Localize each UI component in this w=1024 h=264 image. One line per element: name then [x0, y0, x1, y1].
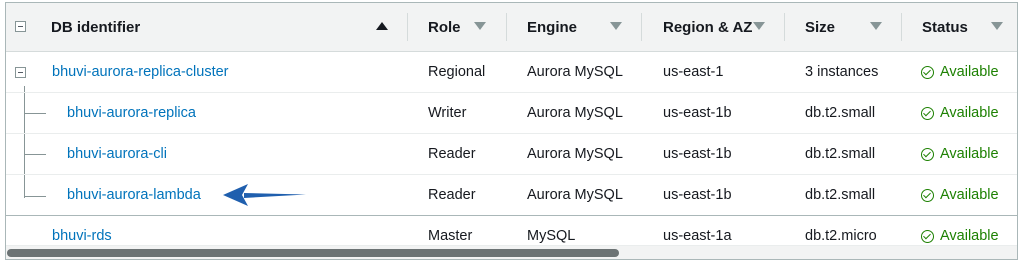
status-label: Available [940, 64, 999, 80]
region-cell: us-east-1b [663, 146, 732, 162]
check-circle-icon [921, 229, 934, 243]
size-cell: db.t2.small [805, 105, 876, 121]
column-divider [784, 13, 785, 41]
role-cell: Writer [428, 105, 467, 121]
column-label: Role [428, 18, 461, 36]
db-identifier-link[interactable]: bhuvi-aurora-replica [67, 93, 196, 133]
status-cell: Available [921, 175, 999, 215]
column-header-role[interactable]: Role [428, 3, 461, 51]
size-cell: db.t2.small [805, 146, 876, 162]
engine-cell: Aurora MySQL [527, 146, 623, 162]
table-header: DB identifier Role Engine Region & AZ Si… [6, 3, 1017, 52]
column-divider [506, 13, 507, 41]
column-header-engine[interactable]: Engine [527, 3, 577, 51]
status-label: Available [940, 187, 999, 203]
status-cell: Available [921, 134, 999, 174]
check-circle-icon [921, 147, 934, 161]
sort-icon[interactable] [753, 22, 765, 30]
size-cell: 3 instances [805, 64, 879, 80]
check-circle-icon [921, 65, 934, 79]
column-divider [641, 13, 642, 41]
db-identifier-link[interactable]: bhuvi-aurora-cli [67, 134, 167, 174]
check-circle-icon [921, 106, 934, 120]
table-row[interactable]: bhuvi-aurora-lambda Reader Aurora MySQL … [6, 175, 1017, 216]
role-cell: Regional [428, 64, 486, 80]
status-label: Available [940, 228, 999, 244]
db-identifier-link[interactable]: bhuvi-aurora-replica-cluster [52, 52, 229, 92]
status-cell: Available [921, 93, 999, 133]
status-cell: Available [921, 52, 999, 92]
scrollbar-thumb[interactable] [7, 249, 619, 257]
role-cell: Reader [428, 146, 476, 162]
db-instances-table: DB identifier Role Engine Region & AZ Si… [5, 2, 1018, 260]
arrow-shaft [244, 193, 306, 198]
collapse-all-icon[interactable] [15, 21, 26, 32]
check-circle-icon [921, 188, 934, 202]
column-label: Size [805, 18, 836, 36]
collapse-icon[interactable] [15, 67, 26, 78]
role-cell: Reader [428, 187, 476, 203]
column-label: Region & AZ [663, 18, 753, 36]
sort-ascending-icon[interactable] [376, 22, 388, 30]
region-cell: us-east-1 [663, 64, 724, 80]
column-label: Engine [527, 18, 578, 36]
status-label: Available [940, 105, 999, 121]
size-cell: db.t2.small [805, 187, 876, 203]
column-header-region-az[interactable]: Region & AZ [663, 3, 752, 51]
column-header-status[interactable]: Status [922, 3, 968, 51]
status-label: Available [940, 146, 999, 162]
table-row[interactable]: bhuvi-aurora-replica Writer Aurora MySQL… [6, 93, 1017, 134]
column-header-db-identifier[interactable]: DB identifier [51, 3, 140, 51]
table-row[interactable]: bhuvi-aurora-replica-cluster Regional Au… [6, 52, 1017, 93]
table-row[interactable]: bhuvi-aurora-cli Reader Aurora MySQL us-… [6, 134, 1017, 175]
column-label: Status [922, 18, 968, 36]
sort-icon[interactable] [610, 22, 622, 30]
column-divider [407, 13, 408, 41]
engine-cell: Aurora MySQL [527, 187, 623, 203]
column-header-size[interactable]: Size [805, 3, 835, 51]
annotation-arrow-icon [223, 184, 306, 206]
region-cell: us-east-1b [663, 105, 732, 121]
sort-icon[interactable] [991, 22, 1003, 30]
column-divider [901, 13, 902, 41]
region-cell: us-east-1b [663, 187, 732, 203]
sort-icon[interactable] [870, 22, 882, 30]
sort-icon[interactable] [474, 22, 486, 30]
column-label: DB identifier [51, 18, 141, 36]
engine-cell: Aurora MySQL [527, 64, 623, 80]
db-identifier-link[interactable]: bhuvi-aurora-lambda [67, 175, 201, 215]
horizontal-scrollbar[interactable] [6, 245, 1017, 259]
engine-cell: Aurora MySQL [527, 105, 623, 121]
